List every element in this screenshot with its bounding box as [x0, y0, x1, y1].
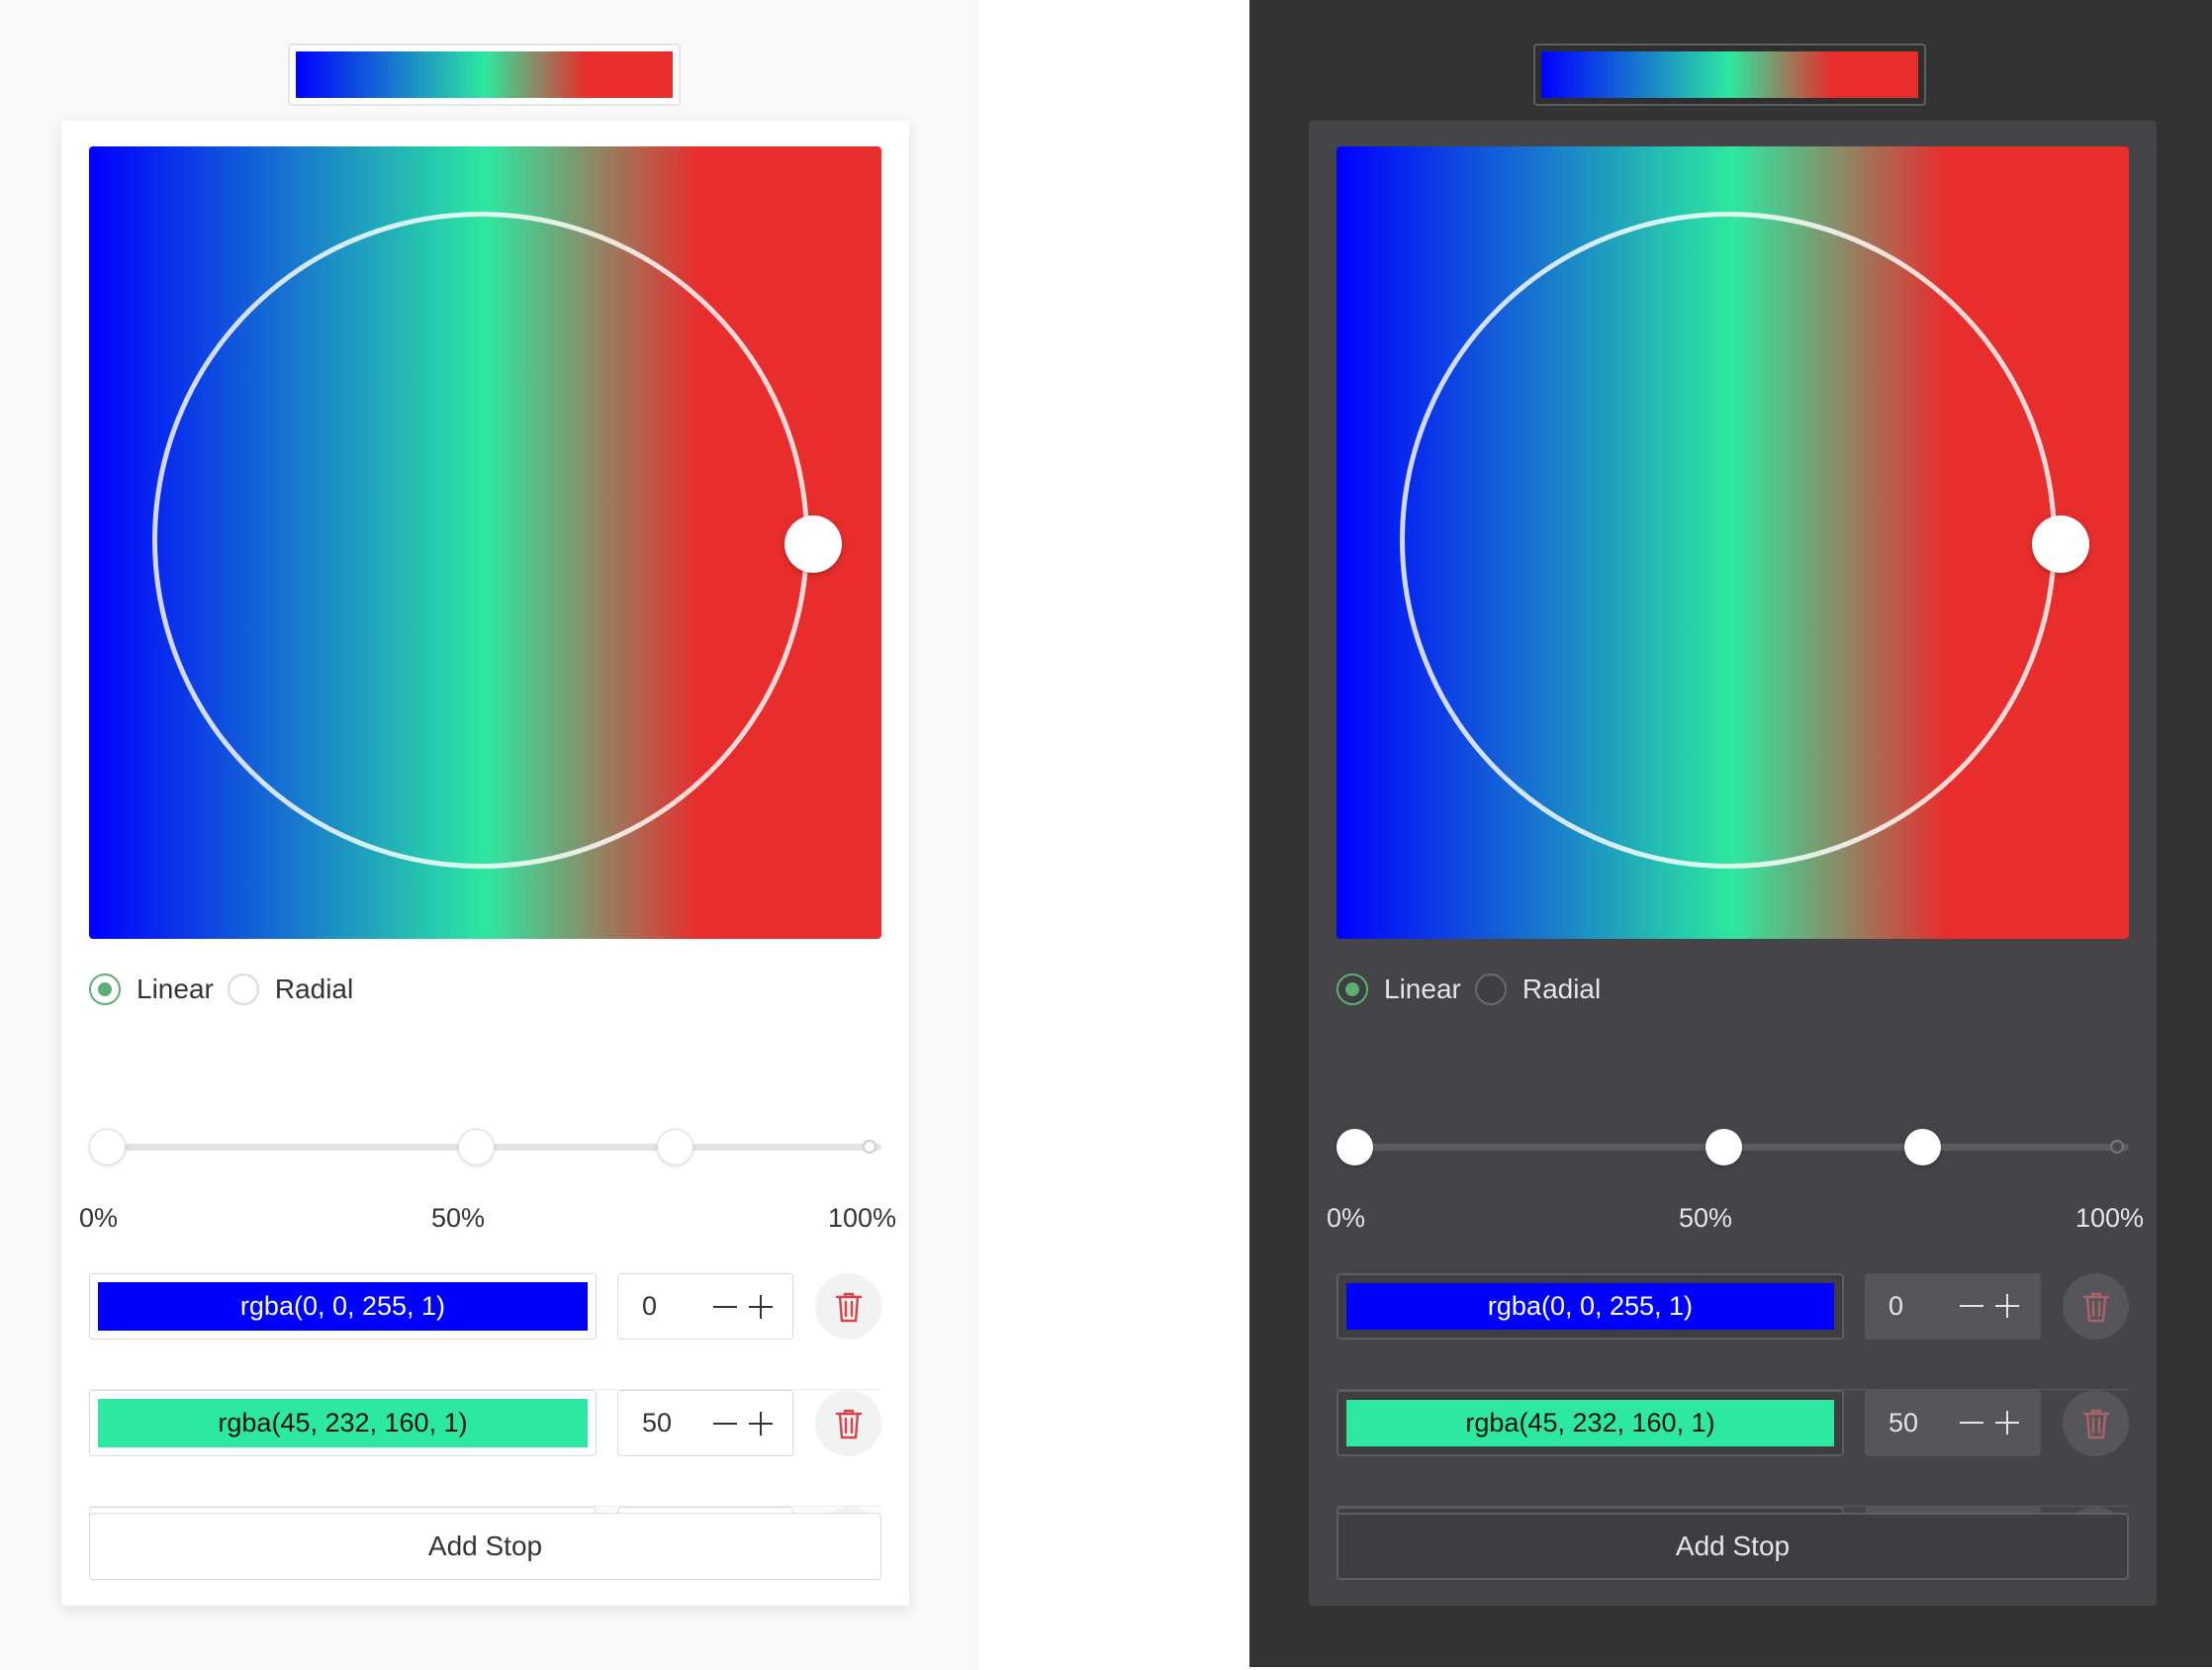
slider-thumb-stop-0[interactable] — [89, 1129, 126, 1165]
stop-row: rgba(0, 0, 255, 1) 0 — [1336, 1273, 2129, 1390]
delete-stop-button[interactable] — [815, 1390, 881, 1456]
dark-theme-panel: Linear Radial 0% 50% 100% rgba(0, 0, 255, 1) 0… — [1249, 0, 2212, 1667]
radial-radio-label[interactable]: Radial — [275, 974, 353, 1005]
gradient-preview-bar — [1533, 44, 1926, 106]
trash-icon — [2082, 1409, 2109, 1438]
stops-slider[interactable] — [1336, 1129, 2129, 1165]
scale-label-min: 0% — [1327, 1203, 1366, 1233]
stop-color-field[interactable]: rgba(0, 0, 255, 1) — [89, 1273, 597, 1340]
scale-label-mid: 50% — [1678, 1203, 1733, 1233]
stop-position-input[interactable]: 0 — [1865, 1273, 2041, 1340]
linear-radio-label[interactable]: Linear — [137, 974, 214, 1005]
gradient-canvas[interactable] — [1336, 146, 2129, 939]
linear-radio-label[interactable]: Linear — [1384, 974, 1461, 1005]
gradient-type-group: Linear Radial — [89, 970, 367, 1009]
gradient-editor-card: Linear Radial 0% 50% 100% rgba(0, 0, 255, 1) 0… — [1309, 121, 2157, 1606]
gradient-preview-swatch — [1541, 51, 1918, 98]
angle-handle[interactable] — [2032, 515, 2089, 573]
linear-radio[interactable] — [89, 974, 121, 1005]
slider-thumb-stop-1[interactable] — [1705, 1129, 1742, 1165]
stop-position-value[interactable]: 50 — [1889, 1408, 1918, 1438]
scale-label-min: 0% — [79, 1203, 119, 1233]
linear-radio[interactable] — [1336, 974, 1368, 1005]
trash-icon — [835, 1292, 862, 1322]
gradient-editor-card: Linear Radial 0% 50% 100% rgba(0, 0, 255, 1) 0… — [61, 121, 909, 1606]
stop-color-swatch[interactable]: rgba(0, 0, 255, 1) — [1346, 1283, 1834, 1330]
stop-position-value[interactable]: 50 — [642, 1408, 672, 1438]
gradient-canvas[interactable] — [89, 146, 881, 939]
slider-end-dot — [2110, 1140, 2124, 1154]
minus-icon[interactable] — [711, 1293, 739, 1321]
delete-stop-button[interactable] — [2063, 1390, 2129, 1456]
angle-handle[interactable] — [784, 515, 842, 573]
plus-icon[interactable] — [1993, 1292, 2021, 1320]
gradient-preview-bar — [288, 44, 681, 106]
stop-row: rgba(45, 232, 160, 1) 50 — [1336, 1390, 2129, 1507]
stop-position-input[interactable]: 50 — [1865, 1390, 2041, 1456]
stop-color-swatch[interactable]: rgba(45, 232, 160, 1) — [98, 1399, 588, 1447]
radial-radio-label[interactable]: Radial — [1522, 974, 1601, 1005]
delete-stop-button[interactable] — [815, 1273, 881, 1340]
angle-circle — [1400, 212, 2057, 869]
stop-row: rgba(0, 0, 255, 1) 0 — [89, 1273, 881, 1390]
plus-icon[interactable] — [747, 1293, 775, 1321]
light-theme-panel: Linear Radial 0% 50% 100% rgba(0, 0, 255, 1) 0… — [0, 0, 979, 1670]
stop-position-value[interactable]: 0 — [642, 1291, 657, 1322]
slider-thumb-stop-2[interactable] — [1904, 1129, 1942, 1165]
scale-label-mid: 50% — [430, 1203, 486, 1233]
plus-icon[interactable] — [747, 1410, 775, 1438]
stop-color-swatch[interactable]: rgba(45, 232, 160, 1) — [1346, 1400, 1834, 1446]
angle-circle — [152, 212, 809, 869]
stops-slider[interactable] — [89, 1129, 881, 1165]
radial-radio[interactable] — [1474, 974, 1507, 1005]
stop-position-input[interactable]: 0 — [617, 1273, 793, 1340]
gradient-type-group: Linear Radial — [1336, 970, 1614, 1009]
scale-label-max: 100% — [2074, 1203, 2144, 1233]
trash-icon — [2082, 1292, 2109, 1322]
gradient-preview-swatch — [296, 51, 673, 98]
delete-stop-button[interactable] — [2063, 1273, 2129, 1340]
stop-row: rgba(45, 232, 160, 1) 50 — [89, 1390, 881, 1507]
stop-color-field[interactable]: rgba(45, 232, 160, 1) — [89, 1390, 597, 1456]
trash-icon — [835, 1409, 862, 1438]
stop-color-swatch[interactable]: rgba(0, 0, 255, 1) — [98, 1282, 588, 1331]
minus-icon[interactable] — [711, 1410, 739, 1438]
minus-icon[interactable] — [1958, 1292, 1985, 1320]
stop-position-value[interactable]: 0 — [1889, 1291, 1903, 1322]
plus-icon[interactable] — [1993, 1409, 2021, 1437]
scale-label-max: 100% — [827, 1203, 896, 1233]
add-stop-button[interactable]: Add Stop — [1336, 1513, 2129, 1580]
stop-color-field[interactable]: rgba(45, 232, 160, 1) — [1336, 1390, 1844, 1456]
radial-radio[interactable] — [227, 974, 259, 1005]
stop-position-input[interactable]: 50 — [617, 1390, 793, 1456]
slider-end-dot — [863, 1140, 876, 1154]
minus-icon[interactable] — [1958, 1409, 1985, 1437]
stop-color-field[interactable]: rgba(0, 0, 255, 1) — [1336, 1273, 1844, 1340]
slider-thumb-stop-1[interactable] — [458, 1129, 495, 1165]
slider-thumb-stop-2[interactable] — [657, 1129, 694, 1165]
add-stop-button[interactable]: Add Stop — [89, 1513, 881, 1580]
slider-thumb-stop-0[interactable] — [1336, 1129, 1373, 1165]
